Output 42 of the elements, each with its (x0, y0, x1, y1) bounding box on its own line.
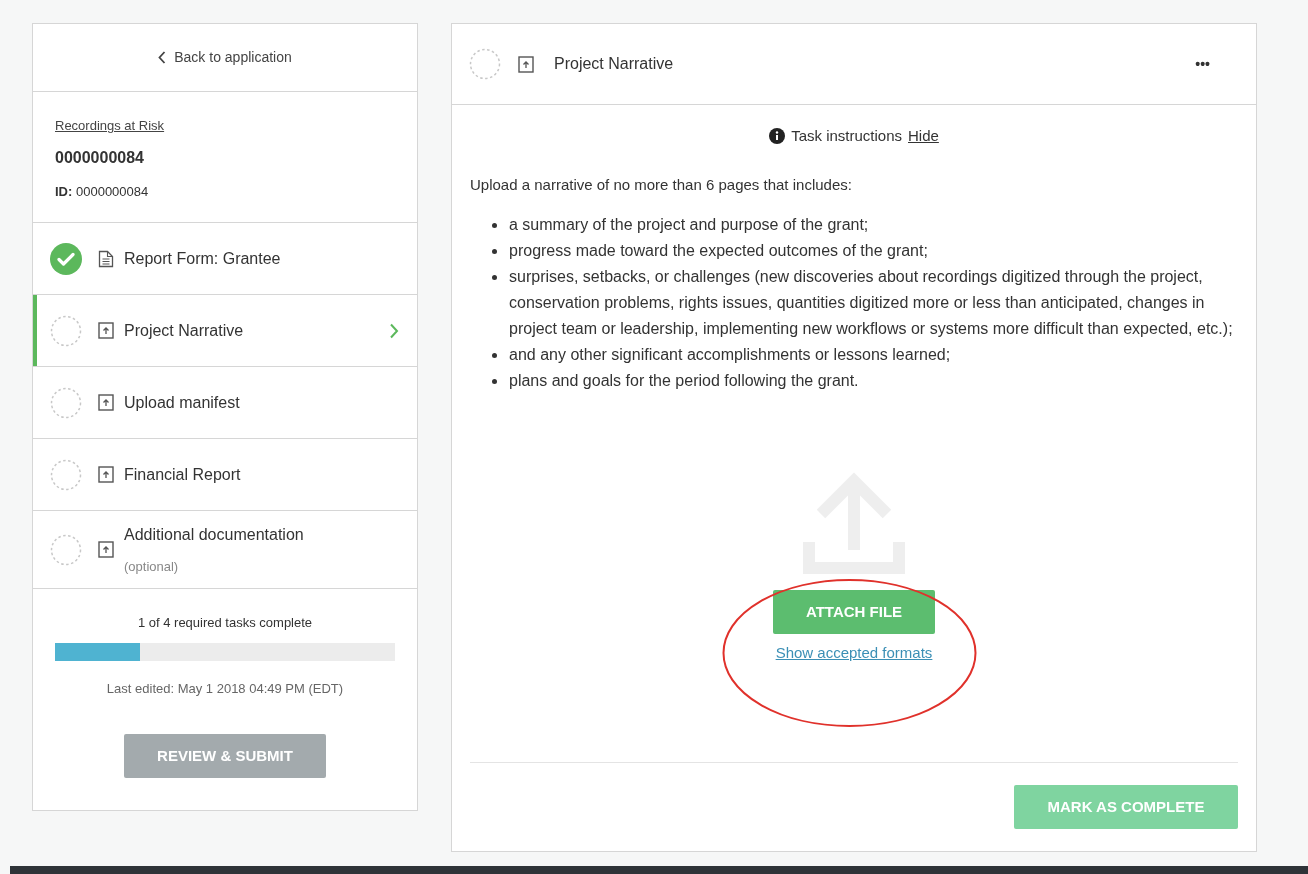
bullet-icon (492, 379, 497, 384)
instruction-item: progress made toward the expected outcomes of the grant; (509, 241, 928, 261)
back-link[interactable]: Back to application (158, 47, 292, 68)
more-menu-button[interactable]: ••• (1195, 53, 1210, 75)
upload-file-icon (98, 322, 114, 339)
task-item[interactable]: Financial Report (33, 439, 417, 511)
upload-file-icon (98, 466, 114, 483)
bullet-icon (492, 249, 497, 254)
chevron-left-icon (158, 51, 167, 64)
bullet-icon (492, 223, 497, 228)
document-icon (98, 249, 114, 268)
instruction-item: and any other significant accomplishments or lessons learned; (509, 345, 951, 365)
upload-file-icon (518, 55, 534, 73)
project-id: ID: 0000000084 (55, 182, 150, 201)
task-note: (optional) (124, 557, 180, 576)
bullet-icon (492, 353, 497, 358)
instructions-intro: Upload a narrative of no more than 6 pages that includes: (470, 174, 853, 195)
task-label: Additional documentation (124, 524, 305, 545)
task-label: Project Narrative (124, 320, 245, 341)
upload-file-icon (98, 394, 114, 411)
task-label: Financial Report (124, 464, 242, 485)
task-label: Upload manifest (124, 392, 241, 413)
last-edited-text: Last edited: May 1 2018 04:49 PM (EDT) (106, 679, 344, 698)
project-number: 0000000084 (55, 147, 145, 168)
task-item[interactable]: Project Narrative (33, 295, 417, 367)
project-link[interactable]: Recordings at Risk (55, 116, 395, 136)
chevron-right-icon (389, 322, 399, 339)
instruction-item: surprises, setbacks, or challenges (new discoveries about recordings digitized through the project, conservation problems, rights issues, quantities digitized more or less than anticipated, changes in project team or leadership, implementing new workflows or systems more difficult than expected, etc.); (509, 267, 1234, 339)
instruction-item: a summary of the project and purpose of the grant; (509, 215, 869, 235)
task-item[interactable]: Report Form: Grantee (33, 223, 417, 295)
task-item[interactable]: Upload manifest (33, 367, 417, 439)
formats-link[interactable]: Show accepted formats (775, 642, 933, 665)
instructions-label: Task instructions (791, 126, 902, 146)
task-title: Project Narrative (554, 54, 675, 74)
instruction-item: plans and goals for the period following the grant. (509, 371, 859, 391)
task-label: Report Form: Grantee (124, 248, 282, 269)
bullet-icon (492, 275, 497, 280)
task-item[interactable]: Additional documentation (optional) (33, 511, 417, 589)
progress-text: 1 of 4 required tasks complete (137, 614, 313, 632)
upload-file-icon (98, 541, 114, 558)
info-icon (769, 128, 786, 145)
hide-link[interactable]: Hide (908, 125, 939, 148)
